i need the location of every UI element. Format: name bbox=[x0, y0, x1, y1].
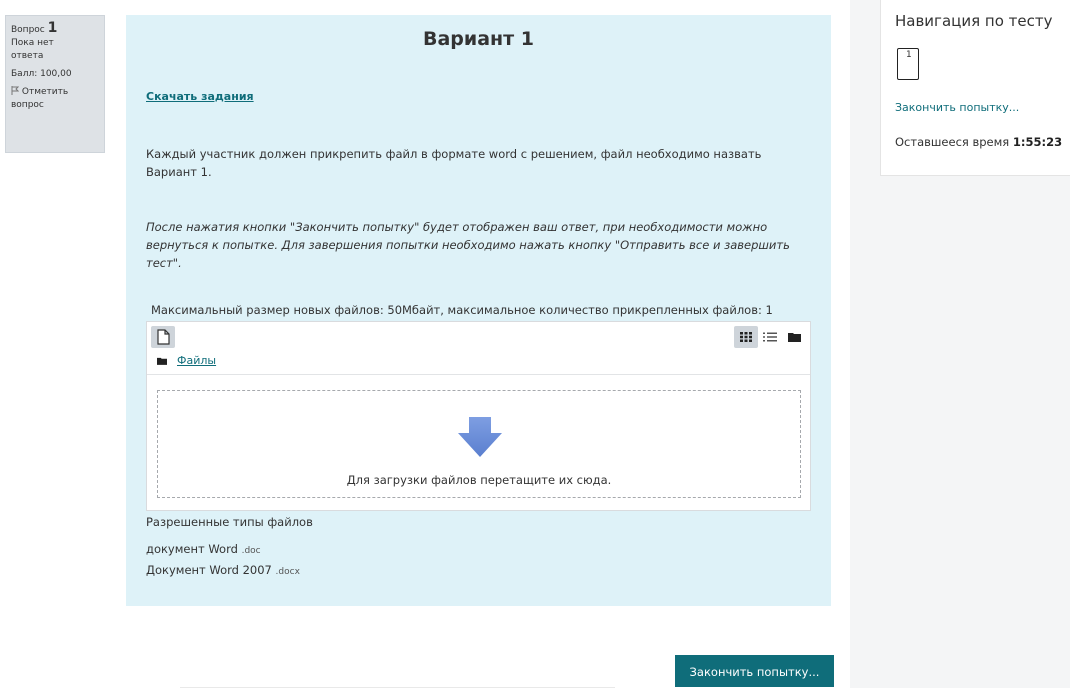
arrow-down-icon bbox=[458, 417, 502, 457]
flag-label-2: вопрос bbox=[11, 100, 44, 110]
navigation-title: Навигация по тесту bbox=[895, 12, 1053, 30]
status-line-1: Пока нет bbox=[11, 38, 54, 48]
question-title: Вариант 1 bbox=[422, 28, 534, 50]
quiz-navigation: Навигация по тесту 1 Закончить попытку..… bbox=[880, 0, 1070, 176]
divider bbox=[147, 374, 810, 375]
finish-attempt-button[interactable]: Закончить попытку... bbox=[675, 655, 834, 687]
file-manager: Файлы Для загрузки файлов перетащите их … bbox=[146, 321, 811, 511]
time-remaining: Оставшееся время 1:55:23 bbox=[895, 135, 1062, 149]
flag-question-link[interactable]: Отметить bbox=[11, 86, 104, 99]
type-ext: .docx bbox=[275, 567, 300, 577]
status-line-2: ответа bbox=[11, 51, 44, 61]
time-label: Оставшееся время bbox=[895, 135, 1010, 149]
allowed-type-item: документ Word .doc bbox=[146, 542, 261, 556]
list-view-button[interactable] bbox=[758, 326, 782, 348]
view-switcher bbox=[734, 326, 806, 348]
finish-note-text: После нажатия кнопки "Закончить попытку"… bbox=[146, 220, 790, 270]
question-label: Вопрос bbox=[11, 25, 45, 35]
grid-icon bbox=[740, 332, 752, 342]
allowed-types-title: Разрешенные типы файлов bbox=[146, 515, 313, 529]
breadcrumb-files-link[interactable]: Файлы bbox=[177, 354, 216, 367]
type-name: документ Word bbox=[146, 542, 238, 556]
type-name: Документ Word 2007 bbox=[146, 563, 272, 577]
allowed-type-item: Документ Word 2007 .docx bbox=[146, 563, 300, 577]
grid-view-button[interactable] bbox=[734, 326, 758, 348]
flag-icon bbox=[11, 86, 20, 95]
time-value: 1:55:23 bbox=[1012, 135, 1063, 149]
question-info: Вопрос 1 Пока нет ответа Балл: 100,00 От… bbox=[5, 15, 105, 153]
tree-view-button[interactable] bbox=[782, 326, 806, 348]
folder-icon bbox=[787, 333, 801, 342]
list-icon bbox=[763, 332, 777, 342]
max-size-text: Максимальный размер новых файлов: 50Мбай… bbox=[151, 303, 773, 317]
question-content: Вариант 1 Скачать задания Каждый участни… bbox=[126, 15, 831, 606]
breadcrumb: Файлы bbox=[157, 354, 216, 367]
score-text: Балл: 100,00 bbox=[11, 69, 72, 79]
question-nav-button[interactable]: 1 bbox=[897, 48, 919, 80]
file-drop-zone[interactable]: Для загрузки файлов перетащите их сюда. bbox=[157, 390, 801, 498]
question-number: 1 bbox=[47, 20, 58, 36]
question-number-line: Вопрос 1 bbox=[11, 20, 104, 37]
add-file-button[interactable] bbox=[151, 326, 175, 348]
file-icon bbox=[157, 329, 170, 345]
download-tasks-link[interactable]: Скачать задания bbox=[146, 90, 254, 103]
finish-attempt-link[interactable]: Закончить попытку... bbox=[895, 101, 1019, 114]
folder-icon bbox=[157, 357, 167, 365]
type-ext: .doc bbox=[241, 546, 261, 556]
instructions-text: Каждый участник должен прикрепить файл в… bbox=[146, 147, 762, 179]
flag-label-1: Отметить bbox=[21, 87, 69, 97]
drop-hint-text: Для загрузки файлов перетащите их сюда. bbox=[346, 473, 612, 487]
